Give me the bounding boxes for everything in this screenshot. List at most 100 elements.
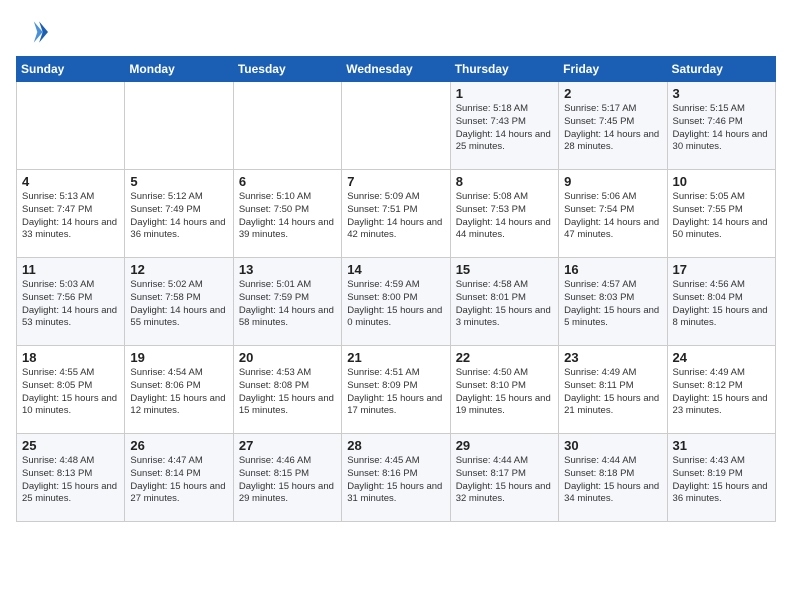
day-content: Sunrise: 5:15 AM Sunset: 7:46 PM Dayligh… [673, 103, 770, 154]
day-content: Sunrise: 4:45 AM Sunset: 8:16 PM Dayligh… [347, 455, 444, 506]
day-content: Sunrise: 4:54 AM Sunset: 8:06 PM Dayligh… [130, 367, 227, 418]
calendar-cell: 3 Sunrise: 5:15 AM Sunset: 7:46 PM Daylig… [667, 82, 775, 170]
day-number: 25 [22, 438, 119, 453]
day-content: Sunrise: 5:13 AM Sunset: 7:47 PM Dayligh… [22, 191, 119, 242]
day-number: 28 [347, 438, 444, 453]
day-content: Sunrise: 4:43 AM Sunset: 8:19 PM Dayligh… [673, 455, 770, 506]
day-number: 22 [456, 350, 553, 365]
calendar-cell: 24 Sunrise: 4:49 AM Sunset: 8:12 PM Dayli… [667, 346, 775, 434]
day-content: Sunrise: 5:06 AM Sunset: 7:54 PM Dayligh… [564, 191, 661, 242]
day-number: 13 [239, 262, 336, 277]
calendar-cell: 14 Sunrise: 4:59 AM Sunset: 8:00 PM Dayli… [342, 258, 450, 346]
day-number: 5 [130, 174, 227, 189]
day-content: Sunrise: 4:48 AM Sunset: 8:13 PM Dayligh… [22, 455, 119, 506]
day-content: Sunrise: 5:05 AM Sunset: 7:55 PM Dayligh… [673, 191, 770, 242]
day-content: Sunrise: 5:17 AM Sunset: 7:45 PM Dayligh… [564, 103, 661, 154]
day-number: 31 [673, 438, 770, 453]
logo-icon [16, 16, 48, 48]
day-content: Sunrise: 4:59 AM Sunset: 8:00 PM Dayligh… [347, 279, 444, 330]
day-number: 23 [564, 350, 661, 365]
calendar-cell: 10Sunrise: 5:05 AM Sunset: 7:55 PM Dayli… [667, 170, 775, 258]
day-content: Sunrise: 5:02 AM Sunset: 7:58 PM Dayligh… [130, 279, 227, 330]
day-content: Sunrise: 4:44 AM Sunset: 8:18 PM Dayligh… [564, 455, 661, 506]
calendar-cell: 20 Sunrise: 4:53 AM Sunset: 8:08 PM Dayli… [233, 346, 341, 434]
day-number: 26 [130, 438, 227, 453]
day-number: 21 [347, 350, 444, 365]
day-number: 11 [22, 262, 119, 277]
weekday-header-friday: Friday [559, 57, 667, 82]
day-content: Sunrise: 4:44 AM Sunset: 8:17 PM Dayligh… [456, 455, 553, 506]
weekday-header-saturday: Saturday [667, 57, 775, 82]
day-number: 1 [456, 86, 553, 101]
day-number: 14 [347, 262, 444, 277]
day-number: 18 [22, 350, 119, 365]
day-content: Sunrise: 4:49 AM Sunset: 8:12 PM Dayligh… [673, 367, 770, 418]
calendar-cell: 16Sunrise: 4:57 AM Sunset: 8:03 PM Dayli… [559, 258, 667, 346]
day-number: 29 [456, 438, 553, 453]
day-content: Sunrise: 4:57 AM Sunset: 8:03 PM Dayligh… [564, 279, 661, 330]
day-content: Sunrise: 5:08 AM Sunset: 7:53 PM Dayligh… [456, 191, 553, 242]
day-number: 8 [456, 174, 553, 189]
calendar-cell: 11 Sunrise: 5:03 AM Sunset: 7:56 PM Dayli… [17, 258, 125, 346]
day-number: 17 [673, 262, 770, 277]
calendar-cell: 25 Sunrise: 4:48 AM Sunset: 8:13 PM Dayli… [17, 434, 125, 522]
calendar-cell: 23 Sunrise: 4:49 AM Sunset: 8:11 PM Dayli… [559, 346, 667, 434]
day-content: Sunrise: 5:10 AM Sunset: 7:50 PM Dayligh… [239, 191, 336, 242]
calendar-cell: 9 Sunrise: 5:06 AM Sunset: 7:54 PM Daylig… [559, 170, 667, 258]
day-content: Sunrise: 4:47 AM Sunset: 8:14 PM Dayligh… [130, 455, 227, 506]
calendar-cell: 1 Sunrise: 5:18 AM Sunset: 7:43 PM Daylig… [450, 82, 558, 170]
day-content: Sunrise: 4:46 AM Sunset: 8:15 PM Dayligh… [239, 455, 336, 506]
calendar-cell: 31 Sunrise: 4:43 AM Sunset: 8:19 PM Dayli… [667, 434, 775, 522]
calendar-cell: 30 Sunrise: 4:44 AM Sunset: 8:18 PM Dayli… [559, 434, 667, 522]
calendar-table: SundayMondayTuesdayWednesdayThursdayFrid… [16, 56, 776, 522]
calendar-cell: 21 Sunrise: 4:51 AM Sunset: 8:09 PM Dayli… [342, 346, 450, 434]
day-number: 30 [564, 438, 661, 453]
calendar-cell: 8 Sunrise: 5:08 AM Sunset: 7:53 PM Daylig… [450, 170, 558, 258]
week-row-5: 25 Sunrise: 4:48 AM Sunset: 8:13 PM Dayli… [17, 434, 776, 522]
day-content: Sunrise: 4:55 AM Sunset: 8:05 PM Dayligh… [22, 367, 119, 418]
logo [16, 16, 52, 48]
calendar-cell: 7 Sunrise: 5:09 AM Sunset: 7:51 PM Daylig… [342, 170, 450, 258]
calendar-cell [125, 82, 233, 170]
calendar-cell: 2 Sunrise: 5:17 AM Sunset: 7:45 PM Daylig… [559, 82, 667, 170]
calendar-cell: 5 Sunrise: 5:12 AM Sunset: 7:49 PM Daylig… [125, 170, 233, 258]
day-content: Sunrise: 4:49 AM Sunset: 8:11 PM Dayligh… [564, 367, 661, 418]
calendar-cell [233, 82, 341, 170]
calendar-cell: 13 Sunrise: 5:01 AM Sunset: 7:59 PM Dayli… [233, 258, 341, 346]
day-number: 12 [130, 262, 227, 277]
day-number: 4 [22, 174, 119, 189]
day-content: Sunrise: 5:03 AM Sunset: 7:56 PM Dayligh… [22, 279, 119, 330]
day-number: 20 [239, 350, 336, 365]
day-content: Sunrise: 5:12 AM Sunset: 7:49 PM Dayligh… [130, 191, 227, 242]
weekday-header-row: SundayMondayTuesdayWednesdayThursdayFrid… [17, 57, 776, 82]
week-row-3: 11 Sunrise: 5:03 AM Sunset: 7:56 PM Dayli… [17, 258, 776, 346]
day-number: 9 [564, 174, 661, 189]
day-content: Sunrise: 4:50 AM Sunset: 8:10 PM Dayligh… [456, 367, 553, 418]
week-row-1: 1 Sunrise: 5:18 AM Sunset: 7:43 PM Daylig… [17, 82, 776, 170]
day-content: Sunrise: 5:09 AM Sunset: 7:51 PM Dayligh… [347, 191, 444, 242]
calendar-cell: 12 Sunrise: 5:02 AM Sunset: 7:58 PM Dayli… [125, 258, 233, 346]
day-number: 24 [673, 350, 770, 365]
calendar-cell: 26 Sunrise: 4:47 AM Sunset: 8:14 PM Dayli… [125, 434, 233, 522]
calendar-cell: 17 Sunrise: 4:56 AM Sunset: 8:04 PM Dayli… [667, 258, 775, 346]
calendar-cell: 27 Sunrise: 4:46 AM Sunset: 8:15 PM Dayli… [233, 434, 341, 522]
day-number: 7 [347, 174, 444, 189]
day-number: 6 [239, 174, 336, 189]
day-content: Sunrise: 5:01 AM Sunset: 7:59 PM Dayligh… [239, 279, 336, 330]
calendar-cell: 15Sunrise: 4:58 AM Sunset: 8:01 PM Dayli… [450, 258, 558, 346]
calendar-cell: 28 Sunrise: 4:45 AM Sunset: 8:16 PM Dayli… [342, 434, 450, 522]
weekday-header-tuesday: Tuesday [233, 57, 341, 82]
calendar-cell: 22 Sunrise: 4:50 AM Sunset: 8:10 PM Dayli… [450, 346, 558, 434]
day-content: Sunrise: 4:53 AM Sunset: 8:08 PM Dayligh… [239, 367, 336, 418]
day-content: Sunrise: 4:58 AM Sunset: 8:01 PM Dayligh… [456, 279, 553, 330]
day-content: Sunrise: 4:51 AM Sunset: 8:09 PM Dayligh… [347, 367, 444, 418]
day-number: 2 [564, 86, 661, 101]
day-number: 3 [673, 86, 770, 101]
weekday-header-wednesday: Wednesday [342, 57, 450, 82]
week-row-4: 18 Sunrise: 4:55 AM Sunset: 8:05 PM Dayli… [17, 346, 776, 434]
day-content: Sunrise: 4:56 AM Sunset: 8:04 PM Dayligh… [673, 279, 770, 330]
calendar-cell: 6 Sunrise: 5:10 AM Sunset: 7:50 PM Daylig… [233, 170, 341, 258]
day-number: 27 [239, 438, 336, 453]
day-content: Sunrise: 5:18 AM Sunset: 7:43 PM Dayligh… [456, 103, 553, 154]
week-row-2: 4 Sunrise: 5:13 AM Sunset: 7:47 PM Daylig… [17, 170, 776, 258]
